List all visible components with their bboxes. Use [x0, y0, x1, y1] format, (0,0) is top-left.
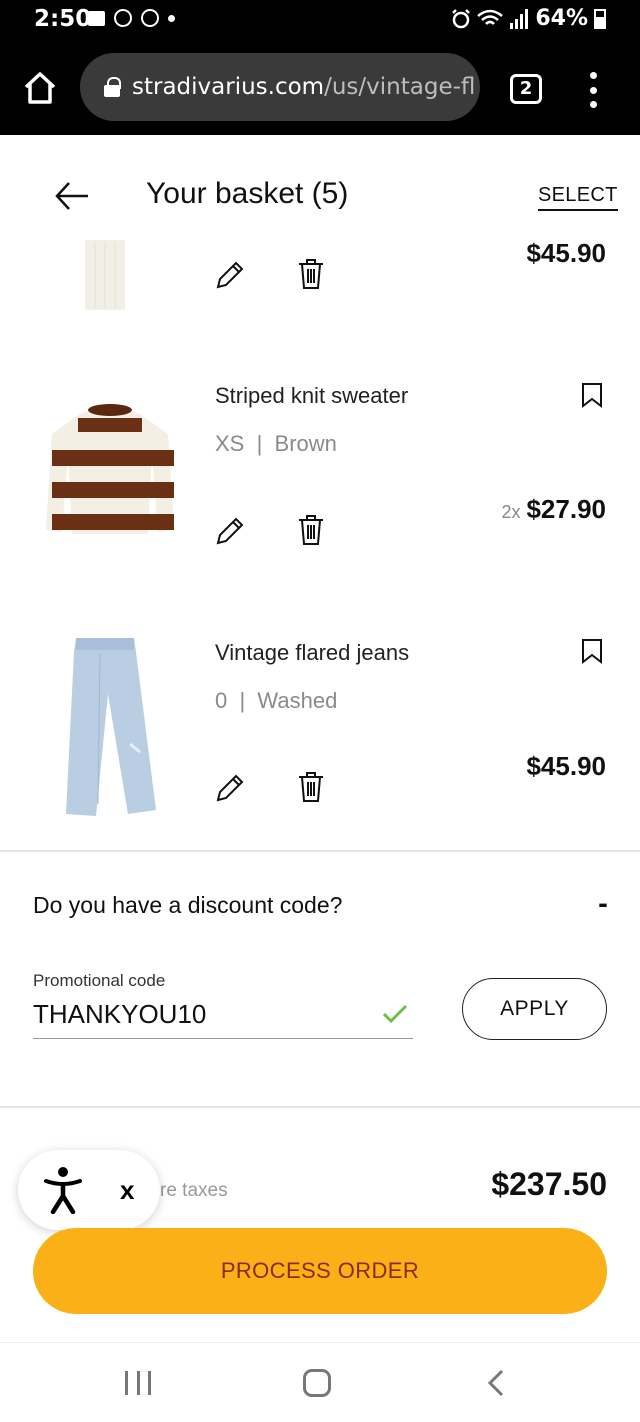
tab-switcher-button[interactable]: 2 [510, 74, 542, 104]
product-image[interactable] [40, 394, 180, 550]
discount-question[interactable]: Do you have a discount code? [33, 892, 342, 919]
trash-icon[interactable] [297, 514, 325, 546]
check-icon [382, 1004, 408, 1024]
divider [0, 1106, 640, 1108]
trash-icon[interactable] [297, 771, 325, 803]
accessibility-icon[interactable] [44, 1166, 82, 1214]
accessibility-close-button[interactable]: x [120, 1175, 134, 1206]
item-price: $45.90 [526, 238, 606, 268]
item-attributes: XS | Brown [215, 431, 337, 456]
more-notifications-icon [168, 14, 175, 22]
process-order-button[interactable]: PROCESS ORDER [33, 1228, 607, 1314]
divider [0, 850, 640, 852]
status-bar: 2:50 64% [0, 0, 640, 44]
edit-icon[interactable] [214, 259, 246, 291]
battery-icon [594, 8, 606, 29]
url-path: /us/vintage-fl [324, 74, 476, 100]
edit-icon[interactable] [214, 772, 246, 804]
wifi-icon [477, 9, 504, 25]
edit-icon[interactable] [214, 515, 246, 547]
system-nav-bar [0, 1342, 640, 1422]
select-button[interactable]: SELECT [538, 184, 618, 211]
url-host: stradivarius.com [132, 74, 325, 100]
promo-input-underline [33, 1038, 413, 1039]
total-taxes-label: re taxes [160, 1180, 228, 1201]
system-indicators: 64% [451, 6, 606, 31]
address-bar[interactable]: stradivarius.com/us/vintage-fl [80, 53, 480, 121]
gallery-notification-icon [88, 10, 105, 26]
item-quantity: 2x [501, 502, 521, 522]
promo-code-label: Promotional code [33, 971, 166, 990]
page-title: Your basket (5) [146, 177, 349, 210]
item-price: $45.90 [526, 751, 606, 781]
browser-menu-button[interactable] [583, 72, 603, 108]
home-icon[interactable] [303, 1369, 331, 1397]
bookmark-icon[interactable] [580, 638, 604, 664]
trash-icon[interactable] [297, 258, 325, 290]
lock-icon [104, 77, 121, 97]
notification-icons [88, 9, 175, 27]
apply-button[interactable]: APPLY [462, 978, 607, 1040]
discount-collapse-toggle[interactable]: - [598, 890, 608, 918]
browser-home-icon[interactable] [22, 70, 58, 106]
recents-icon[interactable] [125, 1371, 151, 1395]
order-total: $237.50 [491, 1166, 607, 1202]
whatsapp-notification-icon [141, 9, 159, 27]
item-price: 2x $27.90 [501, 494, 606, 524]
shield-notification-icon [114, 9, 132, 27]
item-attributes: 0 | Washed [215, 688, 338, 713]
alarm-icon [452, 8, 471, 28]
battery-percent: 64% [535, 6, 588, 31]
status-time: 2:50 [34, 6, 92, 32]
signal-icon [510, 8, 529, 29]
promo-code-input[interactable]: THANKYOU10 [33, 999, 206, 1030]
product-image[interactable] [40, 238, 180, 314]
accessibility-widget[interactable] [18, 1150, 160, 1230]
bookmark-icon[interactable] [580, 382, 604, 408]
product-image[interactable] [40, 634, 180, 818]
back-icon[interactable] [484, 1369, 508, 1397]
back-arrow-icon[interactable] [54, 180, 90, 212]
browser-toolbar: stradivarius.com/us/vintage-fl 2 [0, 44, 640, 135]
item-name[interactable]: Striped knit sweater [215, 383, 408, 409]
item-name[interactable]: Vintage flared jeans [215, 640, 409, 666]
